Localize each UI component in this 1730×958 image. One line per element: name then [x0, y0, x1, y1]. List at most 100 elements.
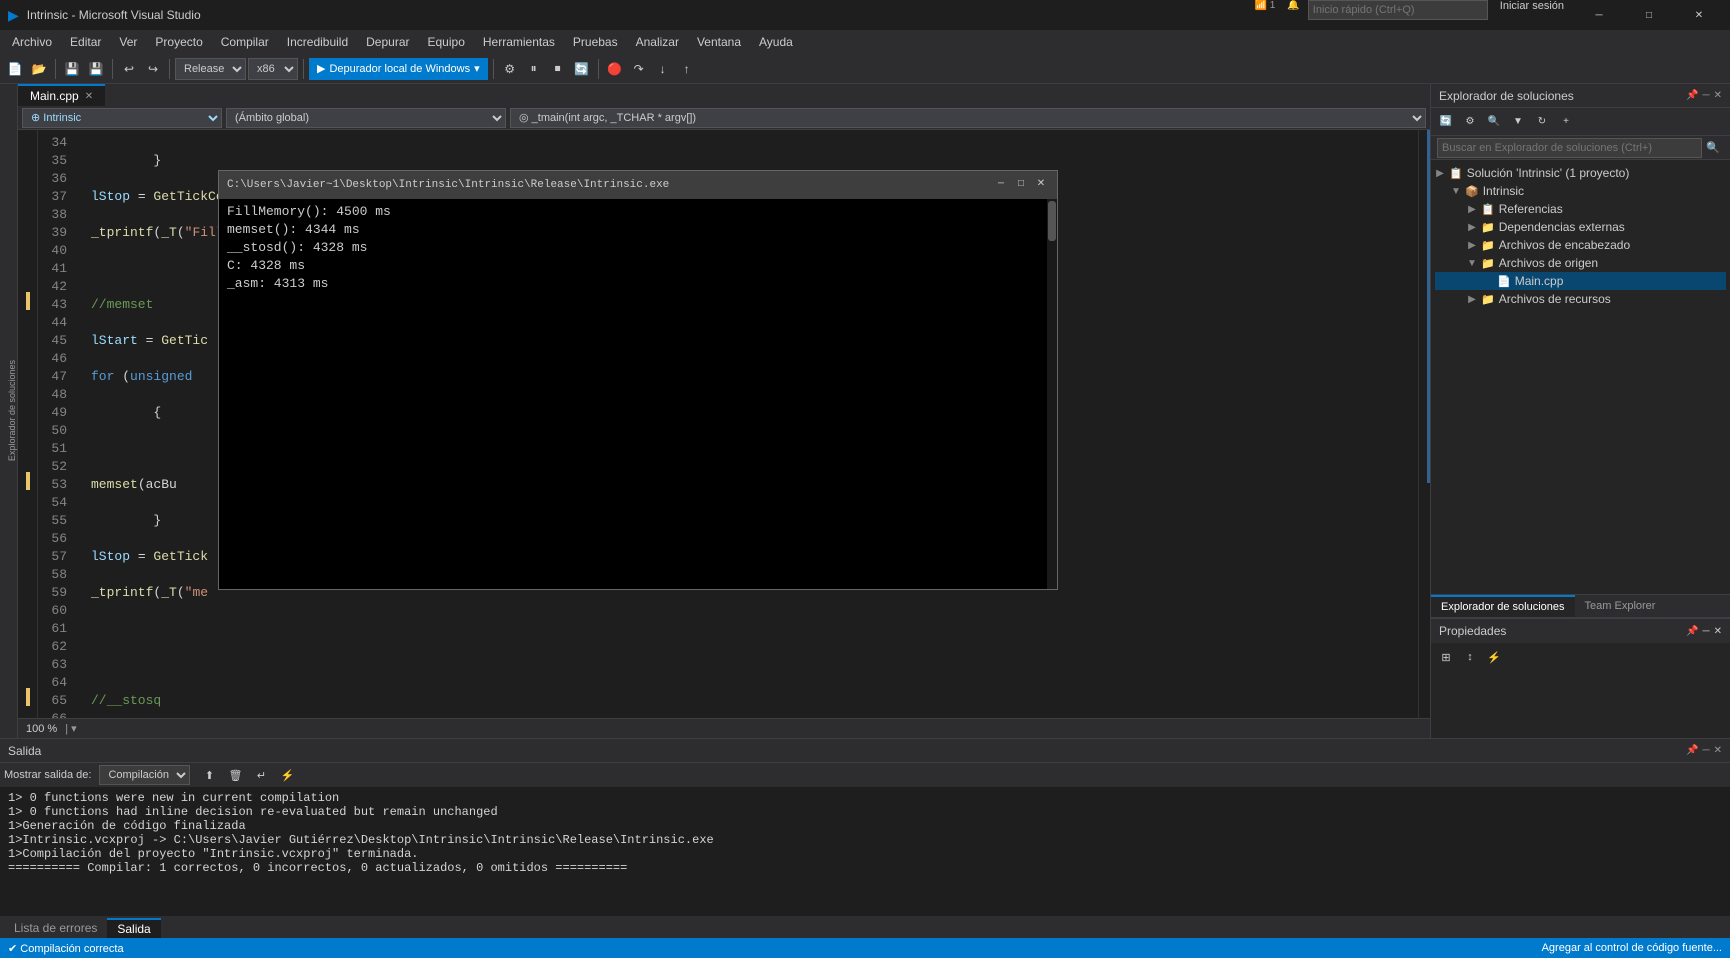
step-into-btn[interactable]: ↓ [652, 58, 674, 80]
breakpoint-btn[interactable]: 🔴 [604, 58, 626, 80]
tab-team-explorer[interactable]: Team Explorer [1575, 595, 1666, 617]
menu-herramientas[interactable]: Herramientas [475, 30, 563, 54]
menu-incredibuild[interactable]: Incredi­build [279, 30, 356, 54]
editor-scrollbar-v[interactable] [1418, 130, 1430, 718]
solution-search-input[interactable] [1437, 138, 1702, 158]
tab-solution-explorer[interactable]: Explorador de soluciones [1431, 595, 1575, 617]
sol-filter-btn[interactable]: 🔍 [1483, 111, 1505, 133]
lnum-61: 61 [38, 620, 75, 638]
out-close-icon[interactable]: ✕ [1714, 745, 1722, 756]
tree-project-expand[interactable]: ▼ [1451, 186, 1461, 197]
sol-properties-btn[interactable]: ⚙ [1459, 111, 1481, 133]
prop-pin-icon[interactable]: 📌 [1686, 626, 1698, 637]
header-minimize-icon[interactable]: ─ [1703, 90, 1710, 101]
tree-src-expand[interactable]: ▼ [1467, 258, 1477, 269]
prop-sort-btn[interactable]: ↕ [1459, 646, 1481, 668]
header-close-icon[interactable]: ✕ [1714, 90, 1722, 101]
tree-external-deps[interactable]: ▶ 📁 Dependencias externas [1435, 218, 1726, 236]
menu-ventana[interactable]: Ventana [689, 30, 749, 54]
toolbar-sep-1 [55, 59, 56, 79]
stop-btn[interactable]: ⏹ [547, 58, 569, 80]
undo-btn[interactable]: ↩ [118, 58, 140, 80]
nav-class-select[interactable]: ⊕ Intrinsic [22, 108, 222, 128]
tree-headers[interactable]: ▶ 📁 Archivos de encabezado [1435, 236, 1726, 254]
open-btn[interactable]: 📂 [28, 58, 50, 80]
console-scrollbar-v[interactable] [1047, 199, 1057, 589]
lnum-54: 54 [38, 494, 75, 512]
save-btn[interactable]: 💾 [61, 58, 83, 80]
menu-depurar[interactable]: Depurar [358, 30, 417, 54]
menu-ayuda[interactable]: Ayuda [751, 30, 801, 54]
indicator-55 [18, 508, 37, 526]
nav-scope-select[interactable]: (Ámbito global) [226, 108, 506, 128]
quick-launch-input[interactable] [1308, 0, 1488, 20]
menu-equipo[interactable]: Equipo [420, 30, 473, 54]
tree-solution[interactable]: ▶ 📋 Solución 'Intrinsic' (1 proyecto) [1435, 164, 1726, 182]
tree-hdr-expand[interactable]: ▶ [1467, 240, 1477, 251]
close-button[interactable]: ✕ [1676, 0, 1722, 30]
new-file-btn[interactable]: 📄 [4, 58, 26, 80]
status-source-control[interactable]: Agregar al control de código fuente... [1542, 942, 1722, 954]
pause-btn[interactable]: ⏸ [523, 58, 545, 80]
step-over-btn[interactable]: ↷ [628, 58, 650, 80]
tree-project[interactable]: ▼ 📦 Intrinsic [1435, 182, 1726, 200]
sol-sync-btn[interactable]: 🔄 [1435, 111, 1457, 133]
menu-proyecto[interactable]: Proyecto [147, 30, 210, 54]
console-title-bar[interactable]: C:\Users\Javier~1\Desktop\Intrinsic\Intr… [219, 171, 1057, 199]
tab-output[interactable]: Salida [107, 918, 160, 938]
prop-close-icon[interactable]: ✕ [1714, 626, 1722, 637]
sol-new-btn[interactable]: + [1555, 111, 1577, 133]
tree-references[interactable]: ▶ 📋 Referencias [1435, 200, 1726, 218]
configuration-select[interactable]: Release [175, 58, 246, 80]
output-title: Salida [8, 744, 41, 758]
menu-editar[interactable]: Editar [62, 30, 109, 54]
tree-solution-expand[interactable]: ▶ [1435, 168, 1445, 179]
zoom-level[interactable]: 100 % [26, 723, 57, 735]
output-content[interactable]: 1> 0 functions were new in current compi… [0, 787, 1730, 916]
console-minimize-btn[interactable]: ─ [993, 177, 1009, 193]
editor-statusline: 100 % | ▾ [18, 718, 1430, 738]
prop-grid-btn[interactable]: ⊞ [1435, 646, 1457, 668]
menu-archivo[interactable]: Archivo [4, 30, 60, 54]
minimize-button[interactable]: ─ [1576, 0, 1622, 30]
output-controls: 📌 ─ ✕ [1686, 745, 1722, 756]
save-all-btn[interactable]: 💾 [85, 58, 107, 80]
sol-collapse-btn[interactable]: ▼ [1507, 111, 1529, 133]
out-pin-icon[interactable]: 📌 [1686, 745, 1698, 756]
tree-res-expand[interactable]: ▶ [1467, 294, 1477, 305]
menu-pruebas[interactable]: Pruebas [565, 30, 626, 54]
sol-refresh-btn[interactable]: ↻ [1531, 111, 1553, 133]
maximize-button[interactable]: □ [1626, 0, 1672, 30]
tab-main-cpp[interactable]: Main.cpp ✕ [18, 84, 105, 106]
menu-ver[interactable]: Ver [111, 30, 145, 54]
tree-ref-expand[interactable]: ▶ [1467, 204, 1477, 215]
menu-analizar[interactable]: Analizar [628, 30, 687, 54]
tree-maincpp[interactable]: 📄 Main.cpp [1435, 272, 1726, 290]
restart-btn[interactable]: 🔄 [571, 58, 593, 80]
attach-btn[interactable]: ⚙ [499, 58, 521, 80]
redo-btn[interactable]: ↪ [142, 58, 164, 80]
console-maximize-btn[interactable]: □ [1013, 177, 1029, 193]
out-wordwrap-btn[interactable]: ↵ [250, 764, 272, 786]
prop-minimize-icon[interactable]: ─ [1703, 626, 1710, 637]
pin-icon[interactable]: 📌 [1686, 90, 1698, 101]
out-filter-btn[interactable]: ⚡ [276, 764, 298, 786]
tab-error-list[interactable]: Lista de errores [4, 918, 107, 938]
out-scroll-btn[interactable]: ⬆ [198, 764, 220, 786]
tree-resources[interactable]: ▶ 📁 Archivos de recursos [1435, 290, 1726, 308]
debug-run-btn[interactable]: ▶ Depurador local de Windows ▾ [309, 58, 488, 80]
platform-select[interactable]: x86 [248, 58, 298, 80]
menu-compilar[interactable]: Compilar [213, 30, 277, 54]
tab-close-icon[interactable]: ✕ [85, 91, 93, 102]
out-minimize-icon[interactable]: ─ [1703, 745, 1710, 756]
sign-in-label[interactable]: Iniciar sesión [1492, 0, 1572, 30]
tree-source[interactable]: ▼ 📁 Archivos de origen [1435, 254, 1726, 272]
prop-filter-btn[interactable]: ⚡ [1483, 646, 1505, 668]
step-out-btn[interactable]: ↑ [676, 58, 698, 80]
out-clear-btn[interactable]: 🗑 [224, 764, 246, 786]
nav-fn-select[interactable]: ◎ _tmain(int argc, _TCHAR * argv[]) [510, 108, 1426, 128]
console-close-btn[interactable]: ✕ [1033, 177, 1049, 193]
output-source-select[interactable]: Compilación [99, 765, 190, 785]
console-controls: ─ □ ✕ [993, 177, 1049, 193]
tree-ext-expand[interactable]: ▶ [1467, 222, 1477, 233]
